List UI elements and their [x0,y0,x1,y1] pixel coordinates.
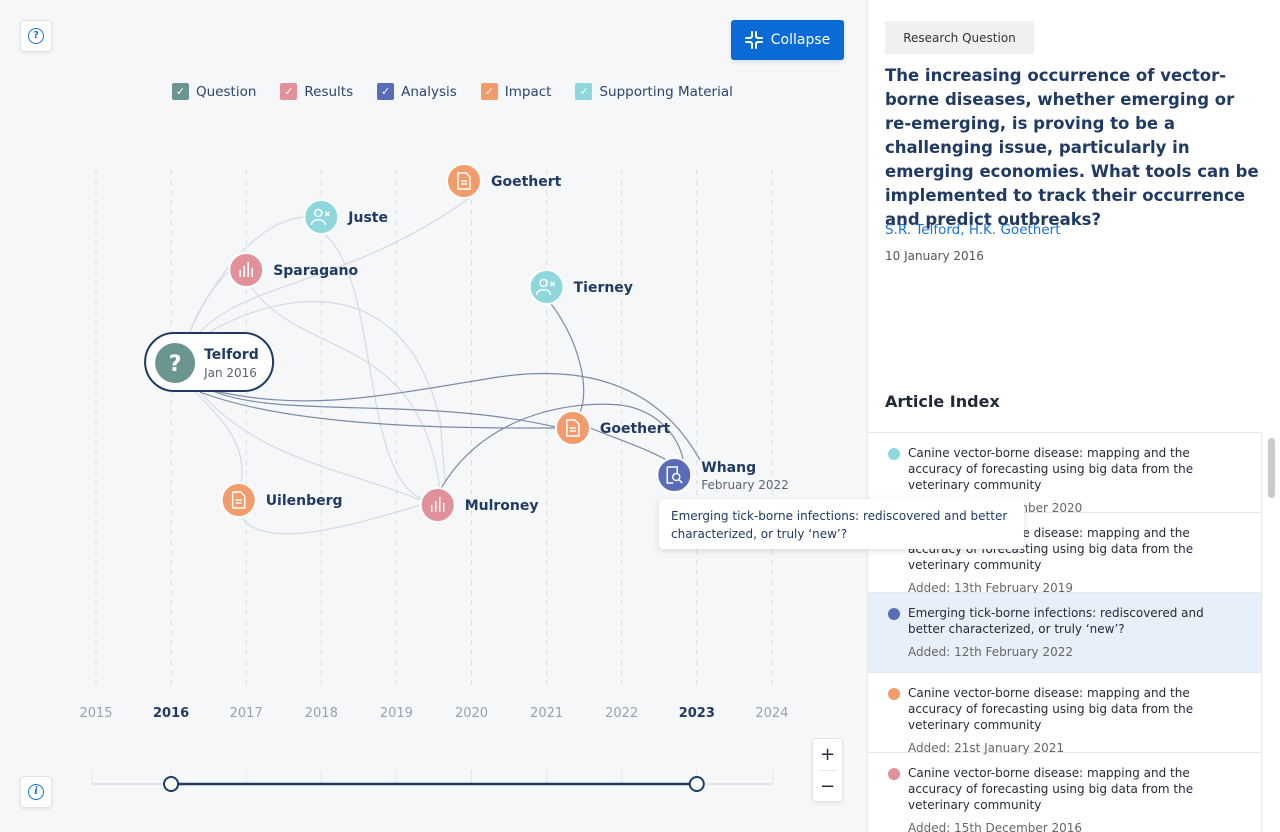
legend-label: Analysis [401,83,457,100]
node-label: Goethert [491,174,562,190]
question-circle-icon: ? [28,28,44,44]
article-list-item[interactable]: Emerging tick-borne infections: rediscov… [868,593,1261,673]
node-label: Mulroney [465,498,539,514]
node-tooltip: Emerging tick-borne infections: rediscov… [659,499,1024,549]
article-title: Emerging tick-borne infections: rediscov… [908,606,1204,636]
legend-impact[interactable]: ✓ Impact [480,83,552,100]
node-tierney[interactable] [528,269,565,305]
node-label: Sparagano [273,263,358,279]
node-sparagano[interactable] [228,252,265,288]
axis-year-label: 2017 [230,706,263,721]
legend-label: Question [196,83,257,100]
collapse-button[interactable]: Collapse [731,20,844,60]
node-label: Goethert [600,421,671,437]
collapse-arrows-icon [744,31,763,49]
zoom-control: + − [812,738,843,802]
article-added-date: Added: 15th December 2016 [908,821,1083,832]
checkbox-supporting-material[interactable]: ✓ [575,83,593,100]
legend-supporting-material[interactable]: ✓ Supporting Material [575,83,733,100]
legend: ✓ Question ✓ Results ✓ Analysis ✓ Impact… [172,83,733,100]
citation-graph[interactable]: 2015 2016 2017 2018 2019 2020 2021 2022 2023 2024… [0,0,867,832]
axis-year-label: 2021 [530,706,563,721]
article-title: Canine vector-borne disease: mapping and… [908,766,1194,812]
node-mulroney[interactable] [419,487,456,523]
article-title: Canine vector-borne disease: mapping and… [908,686,1194,732]
citation-edge [239,504,421,535]
checkbox-question[interactable]: ✓ [172,83,189,100]
question-mark-icon: ? [169,352,182,377]
checkbox-analysis[interactable]: ✓ [377,83,395,100]
node-label: Juste [347,210,388,226]
authors-link[interactable]: S.R. Telford, H.K. Goethert [885,222,1061,238]
node-date: Jan 2016 [203,366,257,380]
article-added-date: Added: 12th February 2022 [908,645,1074,659]
info-circle-icon: i [28,784,44,800]
node-label: Tierney [574,280,633,296]
axis-year-label: 2022 [605,706,638,721]
article-list-scrollbar[interactable] [1268,438,1275,498]
checkbox-results[interactable]: ✓ [280,83,298,100]
citation-edge-highlighted [547,299,585,413]
legend-label: Supporting Material [599,83,733,100]
axis-year-label: 2024 [755,706,788,721]
article-index-list: Canine vector-borne disease: mapping and… [868,432,1262,832]
tooltip-text: Emerging tick-borne infections: rediscov… [671,509,1008,541]
legend-results[interactable]: ✓ Results [280,83,353,100]
legend-analysis[interactable]: ✓ Analysis [377,83,457,100]
help-button[interactable]: ? [20,20,52,52]
legend-question[interactable]: ✓ Question [172,83,256,100]
publication-date: 10 January 2016 [885,249,984,263]
node-juste[interactable] [303,199,340,235]
legend-label: Results [304,83,354,100]
research-question-text: The increasing occurrence of vector-born… [885,66,1259,229]
axis-year-label: 2018 [305,706,338,721]
citation-edge-highlighted [209,372,701,461]
collapse-label: Collapse [770,32,831,48]
axis-year-label: 2019 [380,706,413,721]
zoom-out-button[interactable]: − [813,771,842,802]
details-panel: Research Question The increasing occurre… [867,0,1280,832]
range-end-handle[interactable] [688,776,705,792]
node-label: Uilenberg [266,493,343,509]
axis-year-label: 2016 [153,706,189,721]
info-button[interactable]: i [20,776,52,808]
citation-edge [189,379,421,501]
axis-year-label: 2015 [79,706,112,721]
citation-edge [249,284,441,491]
node-label: Whang [701,460,756,476]
article-list-item[interactable]: Canine vector-borne disease: mapping and… [868,673,1261,755]
article-index-title: Article Index [885,392,1000,411]
article-title: Canine vector-borne disease: mapping and… [908,446,1194,492]
checkbox-impact[interactable]: ✓ [480,83,498,100]
research-question-tag: Research Question [885,21,1034,54]
article-type-dot [888,688,900,700]
node-label: Telford [204,347,259,363]
zoom-in-button[interactable]: + [813,739,842,770]
article-type-dot [888,768,900,780]
graph-panel: 2015 2016 2017 2018 2019 2020 2021 2022 2023 2024… [0,0,1024,832]
article-type-dot [888,448,900,460]
axis-year-label: 2023 [679,706,715,721]
article-list-item[interactable]: Canine vector-borne disease: mapping and… [868,753,1261,832]
article-type-dot [888,608,900,620]
axis-year-label: 2020 [455,706,488,721]
legend-label: Impact [504,83,552,100]
node-date: February 2022 [701,478,789,492]
range-start-handle[interactable] [163,776,180,792]
